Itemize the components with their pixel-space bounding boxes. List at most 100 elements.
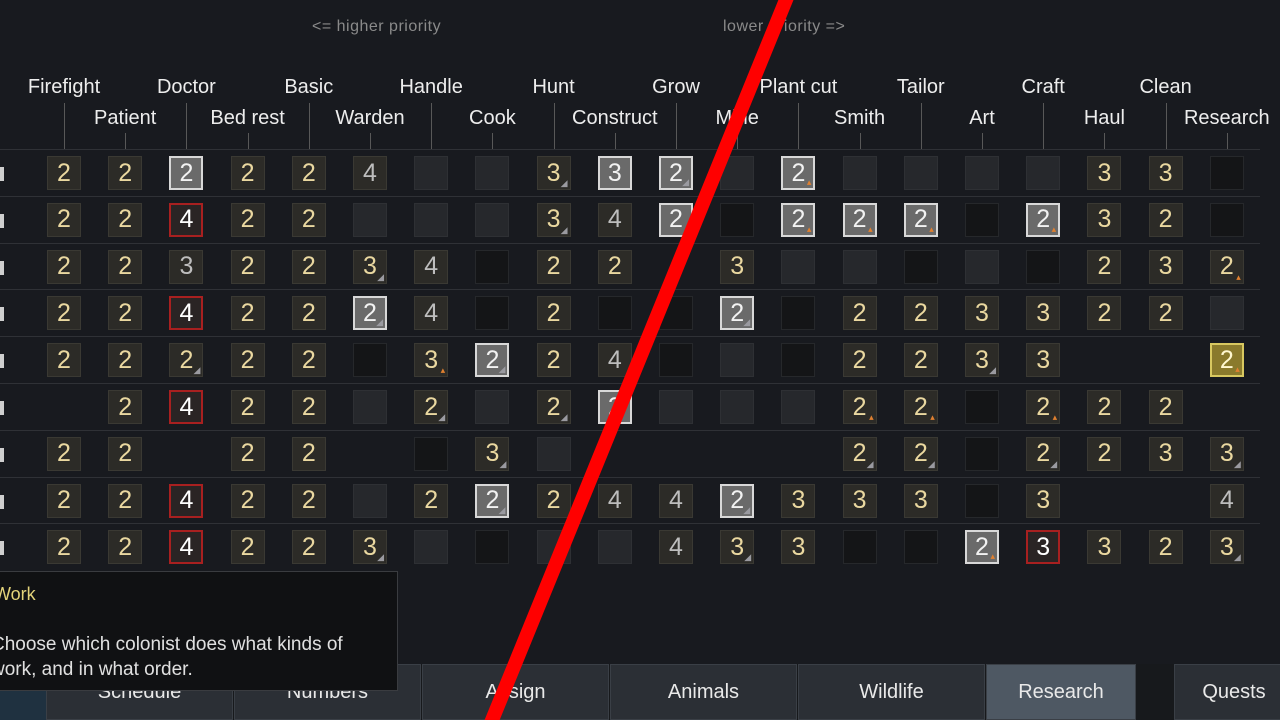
- colonist-row-icon[interactable]: [0, 307, 4, 322]
- priority-cell-handle[interactable]: [414, 436, 449, 471]
- priority-cell-plant-cut[interactable]: [781, 390, 816, 424]
- priority-cell-art[interactable]: 3 ◢: [965, 343, 999, 378]
- priority-cell-craft[interactable]: [1026, 249, 1061, 284]
- priority-cell-bed-rest[interactable]: 2: [230, 156, 265, 190]
- priority-cell-warden[interactable]: [353, 437, 387, 471]
- priority-cell-hunt[interactable]: 2: [536, 296, 571, 331]
- column-header-tailor[interactable]: Tailor: [897, 76, 945, 99]
- priority-cell-mine[interactable]: 2 ◢: [720, 483, 755, 518]
- priority-cell-warden[interactable]: [353, 390, 387, 424]
- priority-cell-mine[interactable]: [720, 156, 755, 190]
- tab-quests[interactable]: Quests: [1174, 664, 1280, 720]
- priority-cell-haul[interactable]: [1087, 343, 1121, 377]
- priority-cell-basic[interactable]: 2: [291, 156, 326, 190]
- priority-cell-tailor[interactable]: 2 ▴: [903, 390, 938, 424]
- priority-cell-haul[interactable]: 3: [1087, 202, 1122, 237]
- priority-cell-grow[interactable]: [659, 250, 693, 284]
- priority-cell-art[interactable]: [965, 249, 999, 284]
- priority-cell-haul[interactable]: 2: [1087, 390, 1122, 424]
- priority-cell-research[interactable]: 3 ◢: [1209, 530, 1244, 565]
- priority-cell-firefight[interactable]: 2: [47, 249, 81, 284]
- colonist-row-icon[interactable]: [0, 167, 4, 181]
- priority-cell-basic[interactable]: 2: [291, 249, 326, 284]
- priority-cell-craft[interactable]: 3: [1026, 296, 1061, 331]
- column-header-handle[interactable]: Handle: [399, 76, 462, 99]
- priority-cell-handle[interactable]: 4: [414, 296, 449, 331]
- colonist-row-icon[interactable]: [0, 354, 4, 369]
- priority-cell-research[interactable]: 4: [1209, 483, 1244, 518]
- priority-cell-clean[interactable]: [1149, 343, 1183, 377]
- column-header-clean[interactable]: Clean: [1139, 76, 1191, 99]
- priority-cell-smith[interactable]: 2 ▴: [842, 390, 877, 424]
- column-header-grow[interactable]: Grow: [652, 76, 700, 99]
- priority-cell-craft[interactable]: 3: [1026, 343, 1061, 378]
- column-header-doctor[interactable]: Doctor: [157, 76, 216, 99]
- colonist-row-icon[interactable]: [0, 260, 4, 275]
- column-header-hunt[interactable]: Hunt: [532, 76, 574, 99]
- priority-cell-clean[interactable]: 2: [1148, 296, 1183, 331]
- priority-cell-mine[interactable]: [720, 343, 755, 378]
- priority-cell-plant-cut[interactable]: 2 ▴: [781, 202, 816, 237]
- priority-cell-tailor[interactable]: [903, 530, 938, 565]
- priority-cell-bed-rest[interactable]: 2: [230, 390, 265, 424]
- priority-cell-clean[interactable]: 2: [1148, 390, 1183, 424]
- colonist-row-icon[interactable]: [0, 541, 4, 556]
- priority-cell-cook[interactable]: 2 ◢: [475, 483, 510, 518]
- priority-cell-smith[interactable]: 3: [842, 483, 877, 518]
- priority-cell-hunt[interactable]: 2: [536, 343, 571, 378]
- priority-cell-firefight[interactable]: 2: [47, 202, 81, 237]
- priority-cell-tailor[interactable]: [903, 249, 938, 284]
- column-header-patient[interactable]: Patient: [94, 107, 156, 130]
- priority-cell-mine[interactable]: [720, 437, 754, 471]
- priority-cell-bed-rest[interactable]: 2: [230, 530, 265, 565]
- priority-cell-art[interactable]: 3: [965, 296, 999, 331]
- priority-cell-tailor[interactable]: 2: [903, 296, 938, 331]
- priority-cell-patient[interactable]: 2: [108, 483, 143, 518]
- priority-cell-construct[interactable]: 4: [597, 343, 632, 378]
- priority-cell-hunt[interactable]: [536, 436, 571, 471]
- priority-cell-craft[interactable]: 2 ◢: [1026, 436, 1061, 471]
- priority-cell-construct[interactable]: 4: [597, 202, 632, 237]
- column-header-warden[interactable]: Warden: [335, 107, 404, 130]
- priority-cell-warden[interactable]: 2 ◢: [353, 296, 387, 331]
- column-header-bed-rest[interactable]: Bed rest: [210, 107, 284, 130]
- priority-cell-grow[interactable]: [659, 390, 693, 424]
- priority-cell-basic[interactable]: 2: [291, 390, 326, 424]
- priority-cell-handle[interactable]: [414, 202, 449, 237]
- priority-cell-hunt[interactable]: [536, 530, 571, 565]
- priority-cell-grow[interactable]: 2: [659, 202, 693, 237]
- priority-cell-research[interactable]: [1209, 202, 1244, 237]
- priority-cell-art[interactable]: [965, 202, 999, 237]
- priority-cell-research[interactable]: 2 ▴: [1209, 343, 1244, 378]
- column-header-smith[interactable]: Smith: [834, 107, 885, 130]
- priority-cell-tailor[interactable]: 3: [903, 483, 938, 518]
- priority-cell-cook[interactable]: [475, 296, 510, 331]
- priority-cell-art[interactable]: 2 ▴: [965, 530, 999, 565]
- priority-cell-basic[interactable]: 2: [291, 202, 326, 237]
- tab-assign[interactable]: Assign: [422, 664, 609, 720]
- column-header-mine[interactable]: Mine: [716, 107, 759, 130]
- priority-cell-warden[interactable]: [353, 202, 387, 237]
- priority-cell-plant-cut[interactable]: 2 ▴: [781, 156, 816, 190]
- priority-cell-warden[interactable]: 4: [353, 156, 387, 190]
- tab-research[interactable]: Research: [986, 664, 1136, 720]
- priority-cell-hunt[interactable]: 3 ◢: [536, 156, 571, 190]
- priority-cell-art[interactable]: [965, 156, 999, 190]
- priority-cell-cook[interactable]: [475, 249, 510, 284]
- priority-cell-plant-cut[interactable]: 3: [781, 483, 816, 518]
- priority-cell-haul[interactable]: 3: [1087, 530, 1122, 565]
- column-header-research[interactable]: Research: [1184, 107, 1270, 130]
- priority-cell-craft[interactable]: 3: [1026, 483, 1061, 518]
- colonist-row-icon[interactable]: [0, 213, 4, 228]
- priority-cell-construct[interactable]: [597, 296, 632, 331]
- priority-cell-cook[interactable]: 3 ◢: [475, 436, 510, 471]
- priority-cell-construct[interactable]: [597, 530, 632, 565]
- colonist-row-icon[interactable]: [0, 401, 4, 415]
- priority-cell-bed-rest[interactable]: 2: [230, 483, 265, 518]
- priority-cell-hunt[interactable]: 2: [536, 483, 571, 518]
- priority-cell-doctor[interactable]: 4: [169, 483, 204, 518]
- priority-cell-firefight[interactable]: 2: [47, 436, 81, 471]
- priority-cell-plant-cut[interactable]: [781, 249, 816, 284]
- priority-cell-plant-cut[interactable]: 3: [781, 530, 816, 565]
- priority-cell-clean[interactable]: 2: [1148, 202, 1183, 237]
